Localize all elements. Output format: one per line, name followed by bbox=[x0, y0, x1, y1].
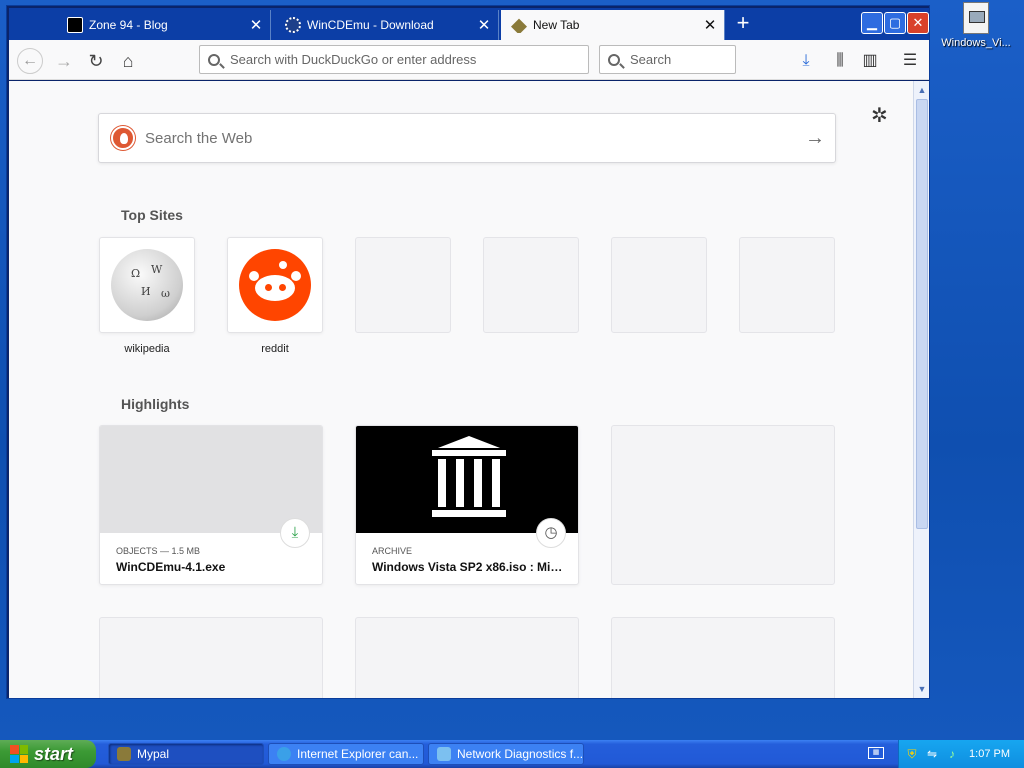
site-tile bbox=[227, 237, 323, 333]
browser-window: Zone 94 - Blog ✕ WinCDEmu - Download ✕ N… bbox=[6, 5, 930, 699]
card-thumbnail bbox=[100, 426, 322, 533]
scroll-up-icon[interactable]: ▲ bbox=[915, 83, 929, 97]
browser-favicon-icon bbox=[511, 18, 527, 33]
task-label: Internet Explorer can... bbox=[297, 747, 419, 761]
highlight-card-empty bbox=[611, 617, 835, 698]
site-name: reddit bbox=[261, 343, 289, 355]
highlights-heading: Highlights bbox=[121, 396, 190, 412]
url-placeholder: Search with DuckDuckGo or enter address bbox=[230, 52, 477, 67]
search-placeholder: Search bbox=[630, 52, 672, 67]
highlight-card[interactable]: ◷ ARCHIVE Windows Vista SP2 x86.iso : Mi… bbox=[355, 425, 579, 585]
clock: 1:07 PM bbox=[969, 748, 1010, 760]
close-tab-icon[interactable]: ✕ bbox=[700, 16, 720, 34]
desktop-file-icon[interactable]: Windows_Vi... bbox=[938, 2, 1014, 49]
top-site-wikipedia[interactable]: ΩW Иω wikipedia bbox=[99, 237, 195, 355]
search-bar[interactable]: Search bbox=[599, 45, 736, 74]
new-tab-button[interactable]: + bbox=[731, 12, 755, 36]
keyboard-icon[interactable]: ▦ bbox=[868, 747, 884, 759]
top-site-empty[interactable] bbox=[611, 237, 707, 333]
security-shield-icon[interactable]: ⛨ bbox=[905, 747, 919, 761]
internet-explorer-icon bbox=[277, 747, 291, 761]
windows-flag-icon bbox=[10, 745, 28, 763]
top-site-reddit[interactable]: reddit bbox=[227, 237, 323, 355]
task-label: Network Diagnostics f... bbox=[457, 747, 584, 761]
highlight-card-empty bbox=[611, 425, 835, 585]
top-site-empty[interactable] bbox=[355, 237, 451, 333]
tab-title: New Tab bbox=[533, 18, 580, 32]
download-icon: ⤓ bbox=[280, 518, 310, 548]
site-tile: ΩW Иω bbox=[99, 237, 195, 333]
search-icon bbox=[608, 53, 620, 66]
card-title: WinCDEmu-4.1.exe bbox=[116, 560, 226, 574]
network-diagnostics-icon bbox=[437, 747, 451, 761]
library-icon[interactable]: ⫼ bbox=[827, 48, 853, 74]
highlight-card-empty bbox=[355, 617, 579, 698]
reload-button[interactable]: ↻ bbox=[83, 48, 109, 74]
reddit-logo-icon bbox=[239, 249, 311, 321]
new-tab-page: ✲ Search the Web → Top Sites ΩW Иω wikip… bbox=[9, 81, 913, 698]
arrow-right-icon[interactable]: → bbox=[795, 127, 835, 150]
top-site-empty[interactable] bbox=[483, 237, 579, 333]
downloads-icon[interactable]: ⤓ bbox=[793, 48, 819, 74]
tab-new-tab[interactable]: New Tab ✕ bbox=[501, 10, 725, 40]
taskbar: start Mypal Internet Explorer can... Net… bbox=[0, 740, 1024, 768]
card-title: Windows Vista SP2 x86.iso : Micr... bbox=[372, 560, 568, 574]
close-window-button[interactable]: ✕ bbox=[907, 12, 929, 34]
scroll-thumb[interactable] bbox=[916, 99, 928, 529]
url-bar[interactable]: Search with DuckDuckGo or enter address bbox=[199, 45, 589, 74]
web-search-box[interactable]: Search the Web → bbox=[98, 113, 836, 163]
home-button[interactable]: ⌂ bbox=[115, 48, 141, 74]
taskbar-item-network-diagnostics[interactable]: Network Diagnostics f... bbox=[428, 743, 584, 765]
top-sites-heading: Top Sites bbox=[121, 207, 183, 223]
zone94-favicon-icon bbox=[67, 17, 83, 33]
start-label: start bbox=[34, 743, 74, 764]
taskbar-item-ie[interactable]: Internet Explorer can... bbox=[268, 743, 424, 765]
minimize-button[interactable]: ▁ bbox=[861, 12, 883, 34]
close-tab-icon[interactable]: ✕ bbox=[246, 16, 266, 34]
system-tray: ⛨ ⇋ ♪ 1:07 PM bbox=[898, 740, 1024, 768]
duckduckgo-icon bbox=[111, 126, 135, 150]
desktop-file-label: Windows_Vi... bbox=[941, 37, 1011, 49]
menu-icon[interactable]: ☰ bbox=[897, 48, 923, 74]
vertical-scrollbar[interactable]: ▲ ▼ bbox=[913, 81, 929, 698]
gear-icon[interactable]: ✲ bbox=[871, 103, 888, 128]
top-site-empty[interactable] bbox=[739, 237, 835, 333]
tab-title: Zone 94 - Blog bbox=[89, 18, 168, 32]
nav-toolbar: ← → ↻ ⌂ Search with DuckDuckGo or enter … bbox=[9, 40, 929, 80]
sidebar-icon[interactable]: ▥ bbox=[857, 48, 883, 74]
gear-favicon-icon bbox=[285, 17, 301, 33]
forward-button[interactable]: → bbox=[51, 48, 77, 74]
tab-title: WinCDEmu - Download bbox=[307, 18, 434, 32]
highlight-card[interactable]: ⤓ OBJECTS — 1.5 MB WinCDEmu-4.1.exe bbox=[99, 425, 323, 585]
tab-bar: Zone 94 - Blog ✕ WinCDEmu - Download ✕ N… bbox=[9, 8, 929, 40]
back-button[interactable]: ← bbox=[17, 48, 43, 74]
card-thumbnail bbox=[356, 426, 578, 533]
wikipedia-globe-icon: ΩW Иω bbox=[111, 249, 183, 321]
highlight-card-empty bbox=[99, 617, 323, 698]
card-meta: ARCHIVE bbox=[372, 546, 413, 556]
card-meta: OBJECTS — 1.5 MB bbox=[116, 546, 201, 556]
start-button[interactable]: start bbox=[0, 740, 96, 768]
search-icon bbox=[208, 53, 220, 66]
scroll-down-icon[interactable]: ▼ bbox=[915, 682, 929, 696]
close-tab-icon[interactable]: ✕ bbox=[474, 16, 494, 34]
tab-zone94[interactable]: Zone 94 - Blog ✕ bbox=[57, 10, 271, 40]
archive-temple-icon bbox=[432, 436, 506, 520]
taskbar-item-mypal[interactable]: Mypal bbox=[108, 743, 264, 765]
maximize-button[interactable]: ▢ bbox=[884, 12, 906, 34]
web-search-placeholder: Search the Web bbox=[145, 129, 253, 147]
tab-wincdemu[interactable]: WinCDEmu - Download ✕ bbox=[275, 10, 499, 40]
clock-icon: ◷ bbox=[536, 518, 566, 548]
mypal-icon bbox=[117, 747, 131, 761]
network-icon[interactable]: ⇋ bbox=[925, 747, 939, 761]
file-icon bbox=[963, 2, 989, 34]
site-name: wikipedia bbox=[124, 343, 170, 355]
volume-icon[interactable]: ♪ bbox=[945, 747, 959, 761]
task-label: Mypal bbox=[137, 747, 170, 761]
